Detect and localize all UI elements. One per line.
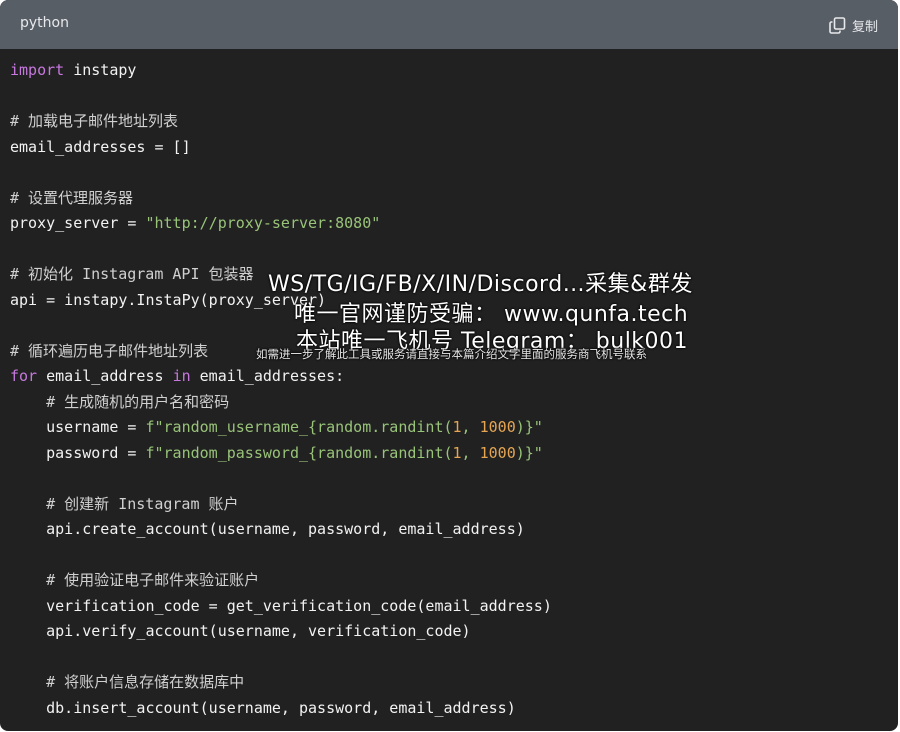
- code-line: api.verify_account(username, verificatio…: [10, 619, 552, 645]
- code-token: 1000: [479, 443, 516, 462]
- code-token: # 设置代理服务器: [10, 188, 134, 207]
- copy-label: 复制: [851, 19, 878, 35]
- code-block: python 复制 import instapy # 加载电子邮件地址列表 emai…: [0, 0, 898, 731]
- code-token: instapy: [64, 61, 137, 79]
- code-line: proxy_server = "http://proxy-server:8080…: [10, 211, 552, 237]
- code-token: # 将账户信息存储在数据库中: [10, 673, 245, 691]
- code-token: email_address: [37, 367, 173, 385]
- code-token: ,: [461, 418, 480, 436]
- copy-icon: [829, 16, 846, 34]
- code-line: username = f"random_username_{random.ran…: [10, 415, 552, 441]
- code-block-header: python 复制: [0, 0, 898, 49]
- code-token: import: [10, 61, 65, 79]
- code-token: password =: [10, 443, 146, 462]
- code-token: 1: [452, 443, 462, 462]
- code-token: "http://proxy-server:8080": [145, 214, 381, 232]
- code-line: api.create_account(username, password, e…: [10, 517, 552, 543]
- code-token: 1: [452, 418, 462, 436]
- code-token: # 加载电子邮件地址列表: [10, 112, 179, 130]
- code-token: # 初始化 Instagram API 包装器: [10, 265, 254, 283]
- language-label: python: [20, 15, 69, 31]
- code-token: # 使用验证电子邮件来验证账户: [10, 571, 260, 589]
- code-token: 1000: [479, 418, 516, 436]
- watermark-line-4: 如需进一步了解此工具或服务请直接与本篇介绍文字里面的服务商飞机号联系: [256, 347, 647, 361]
- code-token: )}": [515, 418, 543, 436]
- code-token: f"random_username_{random.randint(: [145, 418, 453, 436]
- code-token: # 循环遍历电子邮件地址列表: [10, 341, 209, 360]
- code-token: api.create_account(username, password, e…: [10, 520, 525, 538]
- code-token: f"random_password_{random.randint(: [145, 443, 453, 462]
- code-line: verification_code = get_verification_cod…: [10, 594, 552, 620]
- code-line: # 生成随机的用户名和密码: [10, 390, 552, 416]
- code-line: # 创建新 Instagram 账户: [10, 492, 552, 518]
- code-line: password = f"random_password_{random.ran…: [10, 441, 552, 467]
- code-token: # 生成随机的用户名和密码: [10, 392, 230, 411]
- code-token: db.insert_account(username, password, em…: [10, 698, 516, 717]
- code-token: in: [172, 367, 191, 385]
- code-line: # 加载电子邮件地址列表: [10, 109, 552, 135]
- code-line: import instapy: [10, 58, 552, 84]
- code-token: proxy_server =: [10, 214, 146, 232]
- copy-button[interactable]: 复制: [829, 15, 878, 35]
- code-token: email_addresses:: [190, 367, 345, 385]
- code-token: )}": [515, 443, 543, 462]
- code-line: email_addresses = []: [10, 135, 552, 161]
- code-token: api.verify_account(username, verificatio…: [10, 622, 471, 640]
- code-token: username =: [10, 418, 146, 436]
- code-content: import instapy # 加载电子邮件地址列表 email_addresse…: [10, 58, 552, 721]
- code-line: # 设置代理服务器: [10, 186, 552, 212]
- code-token: # 创建新 Instagram 账户: [10, 494, 239, 513]
- watermark-line-1: WS/TG/IG/FB/X/IN/Discord…采集&群发: [268, 272, 693, 297]
- code-token: ,: [461, 443, 480, 462]
- code-token: for: [10, 367, 38, 385]
- code-line: for email_address in email_addresses:: [10, 364, 552, 390]
- code-token: verification_code = get_verification_cod…: [10, 596, 552, 615]
- code-line: db.insert_account(username, password, em…: [10, 696, 552, 722]
- code-token: email_addresses = []: [10, 137, 191, 156]
- code-line: # 将账户信息存储在数据库中: [10, 670, 552, 696]
- code-line: # 使用验证电子邮件来验证账户: [10, 568, 552, 594]
